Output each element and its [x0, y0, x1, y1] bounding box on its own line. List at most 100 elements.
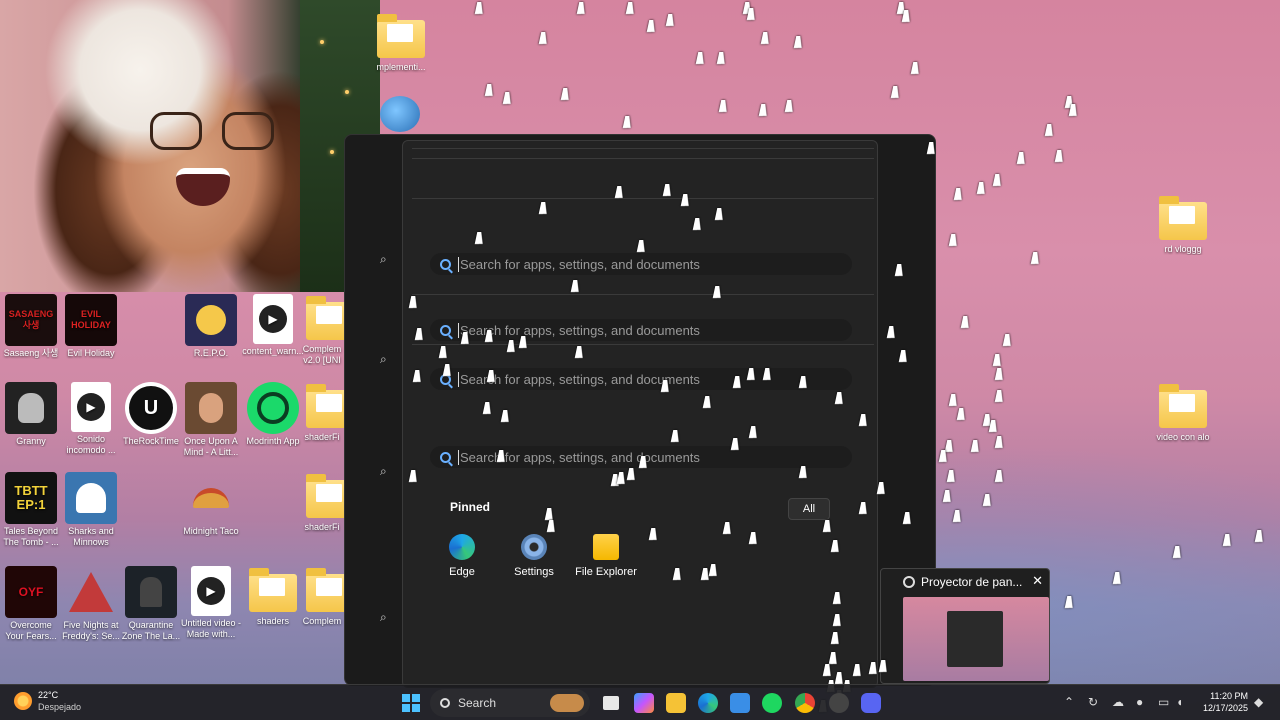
desktop-icon-label: shaders: [256, 616, 290, 626]
cursor-icon: [946, 470, 958, 482]
cloud-icon[interactable]: ☁: [1112, 695, 1124, 709]
pinned-app-label: Settings: [514, 566, 554, 578]
desktop-icon[interactable]: Sharks and Minnows: [60, 472, 122, 548]
search-icon: [440, 258, 451, 270]
mouth: [176, 168, 230, 206]
cursor-icon: [1030, 252, 1042, 264]
pinned-app-settings[interactable]: Settings: [496, 534, 572, 578]
volume-icon[interactable]: ◖: [1176, 695, 1183, 709]
discord-icon[interactable]: [861, 693, 881, 713]
video-file-icon: ▶: [191, 566, 231, 616]
taskbar: 22°C Despejado Search ⌃ ↻ ☁ ● ▭ ◖ 11:20 …: [0, 684, 1280, 720]
sync-icon[interactable]: ↻: [1088, 695, 1098, 709]
cursor-icon: [625, 2, 637, 14]
desktop-icon-label: Sasaeng 사생: [3, 348, 59, 358]
desktop-icon[interactable]: U TheRockTime: [120, 382, 182, 447]
desktop-icon[interactable]: Midnight Taco: [180, 472, 242, 537]
text-caret: [458, 449, 459, 465]
desktop-icon-label: Once Upon A Mind - A Litt...: [183, 436, 239, 457]
desktop-icon[interactable]: shaders: [242, 566, 304, 627]
cursor-icon: [622, 116, 634, 128]
desktop-icon[interactable]: video con alo: [1152, 382, 1214, 443]
projector-window[interactable]: Proyector de pan... ✕: [880, 568, 1050, 684]
cursor-icon: [910, 62, 922, 74]
cursor-icon: [952, 510, 964, 522]
desktop-icon[interactable]: Quarantine Zone The La...: [120, 566, 182, 642]
cursor-icon: [994, 368, 1006, 380]
app-icon[interactable]: [829, 693, 849, 713]
network-icon[interactable]: ▭: [1158, 695, 1169, 709]
edge-taskbar-icon[interactable]: [698, 693, 718, 713]
modrinth-icon: [247, 382, 299, 434]
desktop-icon[interactable]: shaderFi: [300, 382, 344, 443]
desktop-icon[interactable]: EVIL HOLIDAY Evil Holiday: [60, 294, 122, 359]
search-placeholder: Search for apps, settings, and documents: [460, 322, 700, 338]
cursor-icon: [970, 440, 982, 452]
pinned-app-edge[interactable]: Edge: [424, 534, 500, 578]
desktop-icon[interactable]: Modrinth App: [242, 382, 304, 447]
folder-icon: [306, 296, 344, 340]
game-thumbnail: SASAENG 사생: [5, 294, 57, 346]
taco-icon: [185, 472, 237, 524]
cursor-icon: [1222, 534, 1234, 546]
cursor-icon: [994, 470, 1006, 482]
all-apps-button[interactable]: All: [788, 498, 830, 520]
desktop-icon[interactable]: shaderFi: [300, 472, 344, 533]
folder-icon: [377, 14, 425, 58]
desktop-icon-label: Quarantine Zone The La...: [121, 620, 181, 641]
store-icon[interactable]: [730, 693, 750, 713]
notification-bell-icon[interactable]: ◆: [1254, 695, 1263, 709]
desktop-icon[interactable]: Once Upon A Mind - A Litt...: [180, 382, 242, 458]
desktop-icon[interactable]: R.E.P.O.: [180, 294, 242, 359]
start-search-input[interactable]: Search for apps, settings, and documents: [430, 253, 852, 275]
chevron-up-icon[interactable]: ⌃: [1064, 695, 1074, 709]
desktop-icon[interactable]: ▶ content_warn...: [242, 294, 304, 357]
chrome-icon[interactable]: [795, 693, 815, 713]
folder-icon: [1159, 196, 1207, 240]
desktop-icon[interactable]: Complem: [300, 566, 344, 627]
cursor-icon: [718, 100, 730, 112]
microphone-icon[interactable]: ●: [1136, 695, 1143, 709]
system-clock[interactable]: 11:20 PM 12/17/2025: [1196, 690, 1248, 714]
start-menu: [402, 140, 878, 688]
cursor-icon: [695, 52, 707, 64]
search-placeholder: Search for apps, settings, and documents: [460, 256, 700, 272]
weather-condition: Despejado: [38, 702, 82, 712]
game-thumbnail: [185, 382, 237, 434]
desktop-icon[interactable]: TBTT EP:1 Tales Beyond The Tomb - ...: [0, 472, 62, 548]
clock-date: 12/17/2025: [1202, 703, 1248, 713]
start-button[interactable]: [402, 694, 420, 712]
task-view-icon[interactable]: [603, 696, 619, 710]
cursor-icon: [665, 14, 677, 26]
pinned-app-file-explorer[interactable]: File Explorer: [568, 534, 644, 578]
desktop-icon[interactable]: SASAENG 사생 Sasaeng 사생: [0, 294, 62, 359]
desktop-icon[interactable]: Complem v2.0 [UNI: [300, 294, 344, 366]
copilot-icon[interactable]: [634, 693, 654, 713]
desktop-icon[interactable]: ▶ Untitled video - Made with...: [180, 566, 242, 640]
desktop-icon[interactable]: Five Nights at Freddy's: Se...: [60, 566, 122, 642]
cursor-icon: [938, 450, 950, 462]
desktop-icon-label: Granny: [16, 436, 46, 446]
weather-icon: [14, 692, 32, 710]
spotify-icon[interactable]: [762, 693, 782, 713]
close-icon[interactable]: ✕: [1032, 573, 1043, 589]
cursor-icon: [992, 174, 1004, 186]
cursor-icon: [901, 10, 913, 22]
desktop-icon[interactable]: rd vloggg: [1152, 194, 1214, 255]
file-explorer-taskbar-icon[interactable]: [666, 693, 686, 713]
desktop-icon[interactable]: mplementi...: [370, 12, 432, 73]
desktop-icon[interactable]: OYF Overcome Your Fears...: [0, 566, 62, 642]
taskbar-search[interactable]: Search: [430, 689, 590, 717]
globe-icon[interactable]: [380, 96, 420, 132]
desktop-icon[interactable]: ▶ Sonido incomodo ...: [60, 382, 122, 456]
pinned-heading: Pinned: [450, 500, 491, 514]
cursor-icon: [1002, 334, 1014, 346]
weather-widget[interactable]: 22°C Despejado: [14, 689, 81, 713]
cursor-icon: [942, 490, 954, 502]
cursor-icon: [560, 88, 572, 100]
desktop-icon-label: Midnight Taco: [183, 526, 239, 536]
projector-preview: [903, 597, 1049, 681]
pinned-app-label: Edge: [449, 566, 475, 578]
desktop-icon[interactable]: Granny: [0, 382, 62, 447]
cursor-icon: [538, 32, 550, 44]
